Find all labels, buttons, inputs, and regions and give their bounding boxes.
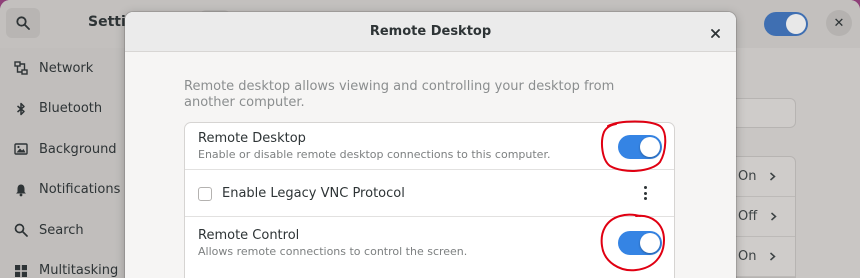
background-icon xyxy=(14,142,28,156)
close-icon xyxy=(710,28,720,38)
remote-control-row: Remote Control Allows remote connections… xyxy=(185,217,674,267)
row-subtitle: Enable or disable remote desktop connect… xyxy=(198,148,551,161)
legacy-vnc-row[interactable]: Enable Legacy VNC Protocol xyxy=(185,170,674,217)
bell-icon xyxy=(14,183,28,197)
chevron-right-icon xyxy=(770,252,777,261)
remote-desktop-row: Remote Desktop Enable or disable remote … xyxy=(185,123,674,170)
row-title: Remote Control xyxy=(198,228,300,243)
kebab-menu-icon xyxy=(643,186,647,189)
sidebar-item-search[interactable]: Search xyxy=(0,210,126,251)
sidebar-item-label: Multitasking xyxy=(39,263,119,278)
network-icon xyxy=(14,61,28,75)
background-field[interactable] xyxy=(734,98,796,128)
row-value: On xyxy=(738,249,757,264)
row-title: Remote Desktop xyxy=(198,131,306,146)
dialog-close-button[interactable] xyxy=(705,23,725,43)
header-toggle[interactable] xyxy=(764,12,808,36)
dialog-header: Remote Desktop xyxy=(125,12,736,52)
remote-desktop-toggle[interactable] xyxy=(618,135,662,159)
sidebar-item-network[interactable]: Network xyxy=(0,48,126,89)
search-icon xyxy=(14,223,28,238)
search-button[interactable] xyxy=(6,8,40,38)
list-item[interactable]: Off xyxy=(734,197,795,237)
sidebar-item-background[interactable]: Background xyxy=(0,129,126,170)
row-subtitle: Allows remote connections to control the… xyxy=(198,245,468,258)
bluetooth-icon xyxy=(14,102,28,116)
settings-title: Setti xyxy=(88,14,126,30)
multitasking-icon xyxy=(14,264,28,278)
window-close-button[interactable]: ✕ xyxy=(826,10,852,36)
sidebar-item-label: Notifications xyxy=(39,182,121,198)
sidebar-item-label: Network xyxy=(39,60,94,76)
dialog-title: Remote Desktop xyxy=(369,24,492,39)
sidebar-item-bluetooth[interactable]: Bluetooth xyxy=(0,89,126,130)
remote-control-toggle[interactable] xyxy=(618,231,662,255)
row-value: On xyxy=(738,169,757,184)
more-options-button[interactable] xyxy=(637,183,653,203)
sidebar-item-label: Background xyxy=(39,141,117,157)
sidebar: Network Bluetooth Background Notificatio… xyxy=(0,48,126,278)
list-item[interactable]: On xyxy=(734,237,795,277)
sidebar-item-notifications[interactable]: Notifications xyxy=(0,170,126,211)
background-list: On Off On xyxy=(734,156,796,278)
list-item[interactable]: On xyxy=(734,157,795,197)
sidebar-item-label: Search xyxy=(39,222,84,238)
preferences-list: Remote Desktop Enable or disable remote … xyxy=(184,122,675,278)
close-icon: ✕ xyxy=(833,15,845,31)
sidebar-item-label: Bluetooth xyxy=(39,101,103,117)
row-value: Off xyxy=(738,209,758,224)
dialog-description: Remote desktop allows viewing and contro… xyxy=(184,79,615,110)
row-title: Enable Legacy VNC Protocol xyxy=(222,186,405,201)
search-icon xyxy=(16,16,30,30)
chevron-right-icon xyxy=(771,212,777,221)
sidebar-item-multitasking[interactable]: Multitasking xyxy=(0,251,126,278)
chevron-right-icon xyxy=(770,172,777,181)
legacy-vnc-checkbox[interactable] xyxy=(198,187,212,201)
remote-desktop-dialog: Remote Desktop Remote desktop allows vie… xyxy=(125,12,736,278)
